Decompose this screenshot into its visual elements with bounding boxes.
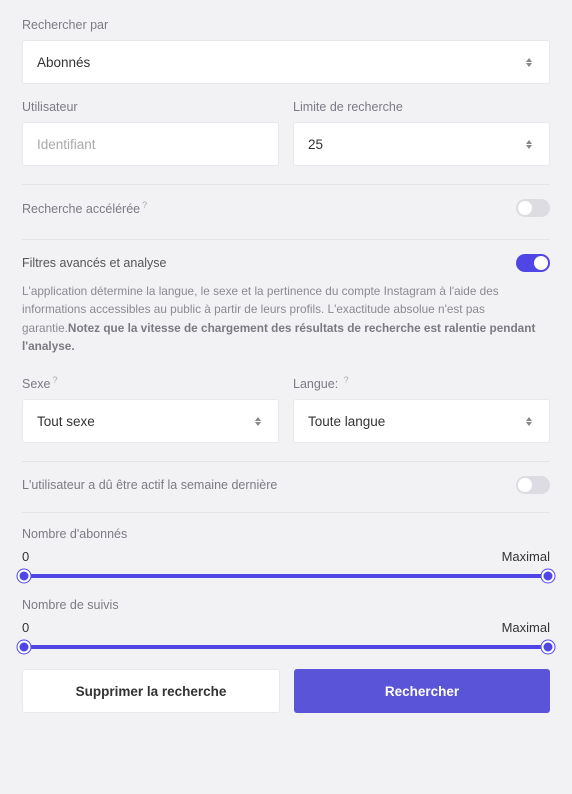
chevron-updown-icon: [523, 55, 535, 69]
limit-select[interactable]: 25: [293, 122, 550, 166]
help-icon[interactable]: ?: [344, 375, 349, 385]
chevron-updown-icon: [523, 414, 535, 428]
followers-label: Nombre d'abonnés: [22, 527, 550, 541]
slider-handle-max[interactable]: [542, 570, 555, 583]
followers-slider[interactable]: [24, 574, 548, 578]
accelerated-label: Recherche accélérée?: [22, 200, 147, 216]
divider: [22, 239, 550, 240]
user-placeholder: Identifiant: [37, 137, 96, 152]
limit-label: Limite de recherche: [293, 100, 550, 114]
search-by-value: Abonnés: [37, 55, 90, 70]
following-slider[interactable]: [24, 645, 548, 649]
active-toggle[interactable]: [516, 476, 550, 494]
followers-min: 0: [22, 549, 29, 564]
divider: [22, 512, 550, 513]
clear-button[interactable]: Supprimer la recherche: [22, 669, 280, 713]
sex-label: Sexe?: [22, 375, 279, 391]
search-button[interactable]: Rechercher: [294, 669, 550, 713]
limit-value: 25: [308, 137, 323, 152]
chevron-updown-icon: [252, 414, 264, 428]
lang-select[interactable]: Toute langue: [293, 399, 550, 443]
help-icon[interactable]: ?: [142, 200, 147, 210]
followers-max: Maximal: [502, 549, 550, 564]
divider: [22, 184, 550, 185]
slider-handle-min[interactable]: [18, 641, 31, 654]
user-label: Utilisateur: [22, 100, 279, 114]
advanced-toggle[interactable]: [516, 254, 550, 272]
user-input[interactable]: Identifiant: [22, 122, 279, 166]
lang-label: Langue: ?: [293, 375, 550, 391]
following-max: Maximal: [502, 620, 550, 635]
search-by-label: Rechercher par: [22, 18, 550, 32]
following-min: 0: [22, 620, 29, 635]
chevron-updown-icon: [523, 137, 535, 151]
active-label: L'utilisateur a dû être actif la semaine…: [22, 478, 277, 492]
slider-handle-min[interactable]: [18, 570, 31, 583]
lang-value: Toute langue: [308, 414, 385, 429]
sex-select[interactable]: Tout sexe: [22, 399, 279, 443]
sex-value: Tout sexe: [37, 414, 95, 429]
search-by-select[interactable]: Abonnés: [22, 40, 550, 84]
help-icon[interactable]: ?: [53, 375, 58, 385]
divider: [22, 461, 550, 462]
following-label: Nombre de suivis: [22, 598, 550, 612]
advanced-description: L'application détermine la langue, le se…: [22, 282, 550, 355]
slider-handle-max[interactable]: [542, 641, 555, 654]
accelerated-toggle[interactable]: [516, 199, 550, 217]
advanced-label: Filtres avancés et analyse: [22, 256, 167, 270]
